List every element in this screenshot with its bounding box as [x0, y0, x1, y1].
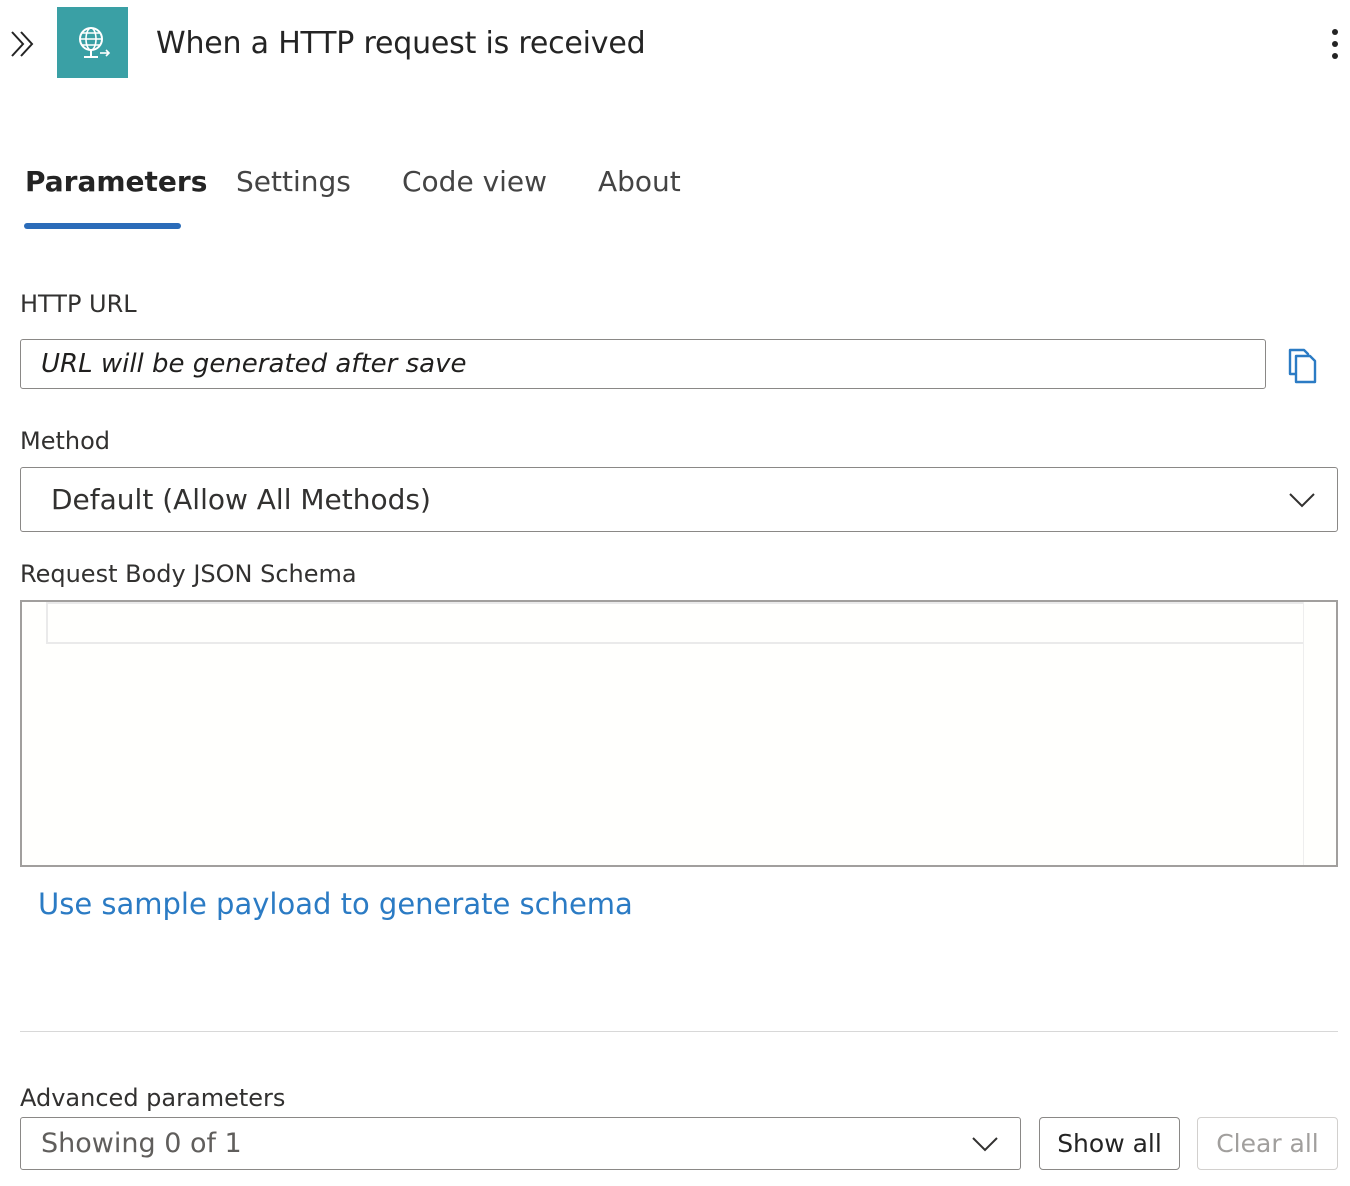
- chevron-down-icon: [1287, 490, 1317, 510]
- schema-editor[interactable]: [20, 600, 1338, 867]
- method-dropdown[interactable]: Default (Allow All Methods): [20, 467, 1338, 532]
- http-url-field[interactable]: URL will be generated after save: [20, 339, 1266, 389]
- more-dot-icon: [1332, 41, 1338, 47]
- advanced-selected-value: Showing 0 of 1: [41, 1128, 242, 1159]
- copy-url-button[interactable]: [1282, 344, 1322, 386]
- method-label: Method: [20, 427, 111, 455]
- section-divider: [20, 1031, 1338, 1032]
- method-selected-value: Default (Allow All Methods): [51, 483, 431, 516]
- more-dot-icon: [1332, 53, 1338, 59]
- editor-scrollbar[interactable]: [1303, 602, 1336, 865]
- copy-icon: [1288, 348, 1317, 384]
- schema-label: Request Body JSON Schema: [20, 560, 357, 588]
- double-chevron-right-icon: [11, 31, 34, 57]
- http-url-value: URL will be generated after save: [41, 349, 467, 379]
- more-dot-icon: [1332, 29, 1338, 35]
- sample-payload-link[interactable]: Use sample payload to generate schema: [38, 884, 633, 924]
- trigger-title[interactable]: When a HTTP request is received: [156, 24, 646, 64]
- globe-request-icon: [78, 26, 110, 58]
- clear-all-button[interactable]: Clear all: [1197, 1117, 1338, 1170]
- tab-code-view[interactable]: Code view: [402, 162, 547, 202]
- advanced-parameters-dropdown[interactable]: Showing 0 of 1: [20, 1117, 1021, 1170]
- active-tab-indicator: [24, 223, 181, 229]
- editor-current-line: [46, 602, 1336, 644]
- show-all-button[interactable]: Show all: [1039, 1117, 1180, 1170]
- http-url-label: HTTP URL: [20, 290, 137, 318]
- http-trigger-icon: [57, 7, 128, 78]
- collapse-panel-button[interactable]: [4, 24, 40, 64]
- tab-about[interactable]: About: [598, 162, 681, 202]
- tab-parameters[interactable]: Parameters: [25, 162, 207, 202]
- tab-settings[interactable]: Settings: [236, 162, 351, 202]
- more-options-button[interactable]: [1320, 24, 1350, 64]
- chevron-down-icon: [970, 1134, 1000, 1154]
- advanced-parameters-label: Advanced parameters: [20, 1084, 286, 1112]
